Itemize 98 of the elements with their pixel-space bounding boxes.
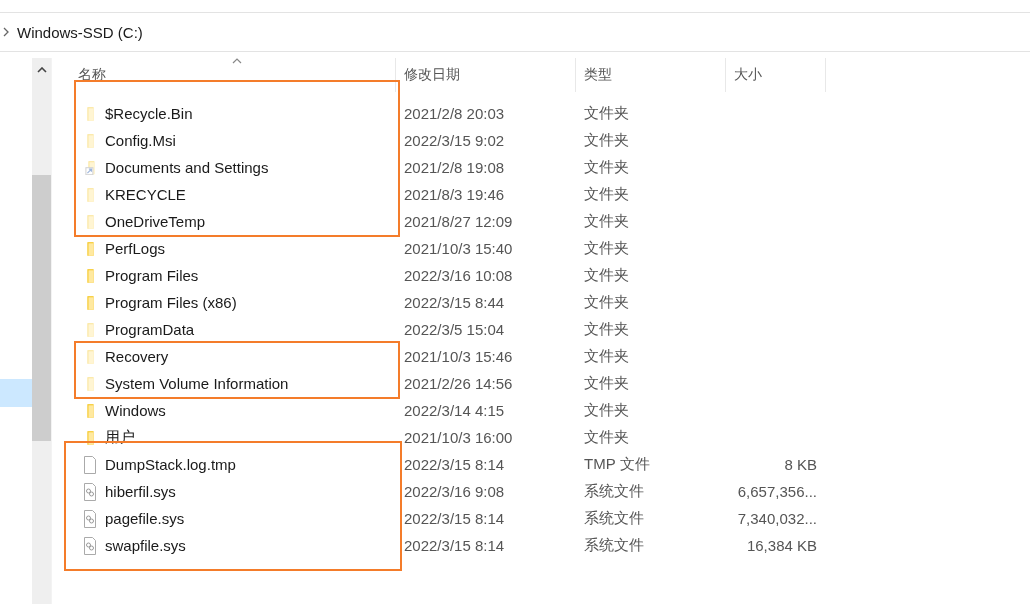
file-type: 文件夹 [584, 293, 629, 312]
file-name: Windows [105, 402, 166, 419]
file-row[interactable]: Documents and Settings 2021/2/8 19:08 文件夹 [78, 154, 1030, 181]
file-name: Program Files [105, 267, 199, 284]
file-type: 系统文件 [584, 536, 644, 555]
file-type: 文件夹 [584, 239, 629, 258]
scroll-thumb[interactable] [32, 175, 51, 441]
folder-icon [86, 214, 94, 229]
file-name: hiberfil.sys [105, 483, 176, 500]
modified-date: 2022/3/15 8:14 [404, 537, 505, 554]
modified-date: 2021/2/8 19:08 [404, 159, 505, 176]
column-header[interactable]: 名称 [78, 58, 396, 92]
modified-date: 2022/3/5 15:04 [404, 321, 505, 338]
modified-date: 2021/2/8 20:03 [404, 105, 505, 122]
file-type: 文件夹 [584, 320, 629, 339]
file-type: 文件夹 [584, 401, 629, 420]
file-type: 文件夹 [584, 131, 629, 150]
folder-icon [86, 187, 94, 202]
folder-icon [86, 430, 94, 445]
file-row[interactable]: swapfile.sys 2022/3/15 8:14 系统文件 16,384 KB [78, 532, 1030, 559]
modified-date: 2022/3/15 8:14 [404, 456, 505, 473]
column-header[interactable]: 大小 [726, 58, 826, 92]
modified-date: 2022/3/15 9:02 [404, 132, 505, 149]
folder-icon [86, 133, 94, 148]
file-size: 6,657,356... [737, 483, 817, 500]
scrollbar[interactable] [32, 58, 52, 604]
file-name: $Recycle.Bin [105, 105, 193, 122]
file-size: 7,340,032... [737, 510, 817, 527]
file-row[interactable]: System Volume Information 2021/2/26 14:56 文件夹 [78, 370, 1030, 397]
file-name: DumpStack.log.tmp [105, 456, 236, 473]
system-file-icon [82, 536, 98, 555]
file-type: 文件夹 [584, 347, 629, 366]
breadcrumb-location[interactable]: Windows-SSD (C:) [17, 23, 143, 41]
file-name: ProgramData [105, 321, 195, 338]
folder-icon [86, 322, 94, 337]
file-size: 8 KB [784, 456, 817, 473]
file-row[interactable]: ProgramData 2022/3/5 15:04 文件夹 [78, 316, 1030, 343]
file-row[interactable]: Program Files 2022/3/16 10:08 文件夹 [78, 262, 1030, 289]
file-row[interactable]: PerfLogs 2021/10/3 15:40 文件夹 [78, 235, 1030, 262]
modified-date: 2021/8/27 12:09 [404, 213, 513, 230]
system-file-icon [82, 482, 98, 501]
file-name: OneDriveTemp [105, 213, 206, 230]
file-type: 文件夹 [584, 374, 629, 393]
folder-icon [86, 349, 94, 364]
file-type: 文件夹 [584, 104, 629, 123]
file-row[interactable]: Config.Msi 2022/3/15 9:02 文件夹 [78, 127, 1030, 154]
scroll-up-icon[interactable] [36, 67, 47, 73]
folder-icon [86, 106, 94, 121]
file-name: Recovery [105, 348, 169, 365]
file-type: 系统文件 [584, 482, 644, 501]
modified-date: 2022/3/15 8:14 [404, 510, 505, 527]
modified-date: 2022/3/15 8:44 [404, 294, 505, 311]
folder-icon [86, 376, 94, 391]
column-header[interactable]: 类型 [576, 58, 726, 92]
column-header[interactable]: 修改日期 [396, 58, 576, 92]
chevron-icon[interactable] [3, 27, 9, 37]
modified-date: 2021/10/3 16:00 [404, 429, 513, 446]
modified-date: 2021/2/26 14:56 [404, 375, 513, 392]
file-type: TMP 文件 [584, 455, 650, 474]
file-row[interactable]: Windows 2022/3/14 4:15 文件夹 [78, 397, 1030, 424]
file-type: 文件夹 [584, 158, 629, 177]
file-size: 16,384 KB [746, 537, 817, 554]
file-name: pagefile.sys [105, 510, 185, 527]
file-name: Documents and Settings [105, 159, 269, 176]
file-row[interactable]: OneDriveTemp 2021/8/27 12:09 文件夹 [78, 208, 1030, 235]
folder-icon [86, 268, 94, 283]
selected-nav-item[interactable] [0, 379, 32, 407]
file-row[interactable]: KRECYCLE 2021/8/3 19:46 文件夹 [78, 181, 1030, 208]
modified-date: 2022/3/16 10:08 [404, 267, 513, 284]
modified-date: 2021/10/3 15:40 [404, 240, 513, 257]
file-name: Config.Msi [105, 132, 176, 149]
folder-icon [86, 241, 94, 256]
file-row[interactable]: DumpStack.log.tmp 2022/3/15 8:14 TMP 文件 8 KB [78, 451, 1030, 478]
file-type: 文件夹 [584, 185, 629, 204]
folder-icon [86, 295, 94, 310]
file-row[interactable]: $Recycle.Bin 2021/2/8 20:03 文件夹 [78, 100, 1030, 127]
modified-date: 2022/3/16 9:08 [404, 483, 505, 500]
file-row[interactable]: Program Files (x86) 2022/3/15 8:44 文件夹 [78, 289, 1030, 316]
file-name: KRECYCLE [105, 186, 186, 203]
file-type: 文件夹 [584, 266, 629, 285]
modified-date: 2022/3/14 4:15 [404, 402, 505, 419]
system-file-icon [82, 509, 98, 528]
file-icon [82, 455, 98, 474]
file-row[interactable]: hiberfil.sys 2022/3/16 9:08 系统文件 6,657,356... [78, 478, 1030, 505]
file-name: swapfile.sys [105, 537, 186, 554]
sort-caret-icon [231, 58, 242, 64]
folder-icon [86, 403, 94, 418]
modified-date: 2021/10/3 15:46 [404, 348, 513, 365]
modified-date: 2021/8/3 19:46 [404, 186, 505, 203]
shortcut-folder-icon [85, 160, 95, 175]
file-row[interactable]: Recovery 2021/10/3 15:46 文件夹 [78, 343, 1030, 370]
file-name: System Volume Information [105, 375, 289, 392]
file-row[interactable]: pagefile.sys 2022/3/15 8:14 系统文件 7,340,032... [78, 505, 1030, 532]
file-type: 系统文件 [584, 509, 644, 528]
file-type: 文件夹 [584, 428, 629, 447]
file-name: Program Files (x86) [105, 294, 237, 311]
file-type: 文件夹 [584, 212, 629, 231]
file-name: PerfLogs [105, 240, 166, 257]
